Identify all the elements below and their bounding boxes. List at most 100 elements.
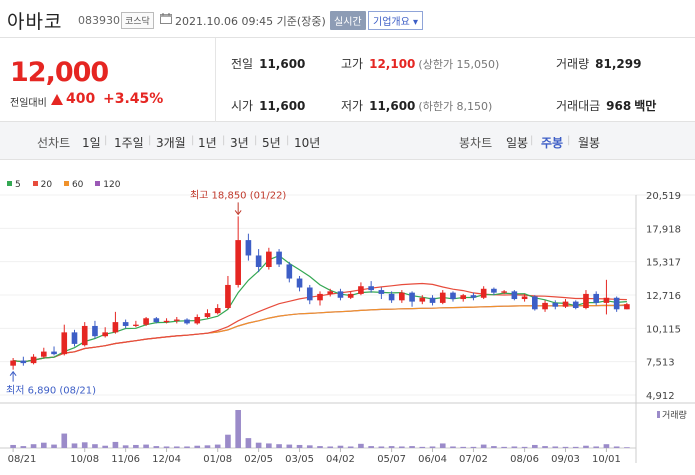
quote-time: 2021.10.06 09:45 기준(장중): [175, 15, 326, 28]
ma60-line: [13, 304, 627, 363]
y-tick-label: 15,317: [646, 258, 681, 269]
candle-body: [276, 251, 282, 265]
candle-body: [122, 322, 129, 326]
volume-bar: [491, 446, 497, 448]
candle-body: [399, 292, 405, 301]
period-10y[interactable]: 10년: [294, 134, 320, 151]
volume-bar: [214, 444, 221, 448]
volume-bar: [266, 443, 272, 448]
candle-body: [204, 313, 211, 317]
legend-ma60: 60: [63, 180, 83, 190]
candle-body: [337, 291, 344, 298]
volume-bar: [409, 446, 415, 448]
period-3y[interactable]: 3년: [230, 134, 249, 151]
volume-value: 81,299: [595, 57, 642, 71]
period-selector-bar: 선차트 1일 | 1주일 | 3개월 | 1년 | 3년 | 5년 | 10년 …: [0, 122, 695, 160]
volume-bar: [20, 446, 27, 448]
open-label: 시가: [231, 99, 254, 113]
low-annotation: 최저 6,890 (08/21): [6, 385, 96, 397]
y-tick-label: 17,918: [646, 224, 681, 235]
ma20-line: [13, 282, 627, 363]
volume-bar: [624, 447, 630, 448]
volume-bar: [255, 442, 262, 448]
period-3m[interactable]: 3개월: [156, 134, 186, 151]
volume-bar: [511, 446, 518, 448]
volume-bar: [613, 446, 620, 448]
legend-label: 5: [15, 180, 21, 190]
candle-body: [214, 308, 221, 314]
volume-bar: [347, 446, 354, 448]
volume-bar: [450, 446, 456, 448]
separator: |: [254, 135, 258, 146]
candle-body: [583, 293, 589, 309]
volume-bar: [521, 446, 528, 448]
volume-bar: [235, 410, 241, 448]
x-tick-label: 02/05: [244, 454, 273, 465]
x-tick-label: 11/06: [111, 454, 140, 465]
period-1d[interactable]: 1일: [82, 134, 101, 151]
volume-bar: [163, 446, 170, 448]
candle-body: [521, 296, 528, 300]
candle-body: [572, 301, 579, 309]
candle-body: [61, 332, 68, 355]
volume-bar: [40, 442, 47, 448]
candle-body: [593, 293, 600, 303]
candle-body: [81, 325, 88, 346]
candle-body: [613, 297, 620, 310]
volume-bar: [296, 444, 303, 448]
volume-bar: [603, 444, 610, 448]
period-1w[interactable]: 1주일: [114, 134, 144, 151]
volume-bar: [562, 446, 569, 448]
trade-amount-stat: 거래대금 968 백만: [556, 97, 656, 114]
candle-body: [368, 286, 374, 291]
x-tick-label: 06/04: [418, 454, 447, 465]
low-label: 저가: [341, 99, 364, 113]
volume-bar: [480, 444, 487, 448]
candle-body: [10, 360, 16, 366]
volume-bar: [153, 446, 160, 448]
candle-body: [296, 278, 303, 288]
period-5y[interactable]: 5년: [262, 134, 281, 151]
up-arrow-icon: [51, 94, 63, 105]
x-tick-label: 04/02: [326, 454, 355, 465]
realtime-button[interactable]: 실시간: [330, 11, 366, 30]
candle-daily[interactable]: 일봉: [506, 134, 528, 151]
prev-close-label: 전일: [231, 57, 254, 71]
moving-average-lines: [13, 255, 627, 363]
chart-grid: [0, 194, 695, 463]
volume-bar: [10, 444, 16, 448]
candle-body: [286, 264, 293, 279]
volume-bar: [317, 446, 323, 448]
volume-stat: 거래량 81,299: [556, 55, 641, 72]
period-1y[interactable]: 1년: [198, 134, 217, 151]
legend-swatch: [95, 181, 101, 186]
candle-body: [112, 322, 119, 333]
x-tick-label: 08/06: [510, 454, 539, 465]
volume-bar: [286, 444, 293, 448]
company-info-dropdown[interactable]: 기업개요 ▾: [368, 11, 423, 30]
low-arrow-head: [9, 370, 17, 376]
candle-body: [173, 319, 180, 321]
candle-body: [470, 295, 477, 298]
high-value: 12,100: [369, 57, 416, 71]
y-tick-label: 20,519: [646, 191, 681, 202]
price-summary: 12,000 전일대비 400 +3.45% 전일 11,600 고가 12,100…: [0, 38, 695, 122]
volume-bar: [399, 446, 405, 448]
candle-body: [194, 316, 201, 324]
volume-bar: [102, 445, 108, 448]
candle-body: [20, 360, 27, 364]
legend-ma5: 5: [7, 180, 21, 190]
volume-legend-label: 거래량: [662, 409, 687, 421]
separator: |: [567, 135, 571, 146]
candle-weekly[interactable]: 주봉: [541, 134, 563, 151]
volume-label: 거래량: [556, 57, 590, 71]
candle-body: [266, 251, 272, 268]
candle-body: [184, 319, 190, 324]
candle-monthly[interactable]: 월봉: [578, 134, 600, 151]
y-tick-label: 10,115: [646, 324, 681, 335]
candle-body: [603, 297, 610, 303]
volume-bar: [81, 442, 88, 448]
volume-bar: [337, 445, 344, 448]
candle-body: [245, 240, 252, 256]
candle-body: [439, 292, 446, 303]
